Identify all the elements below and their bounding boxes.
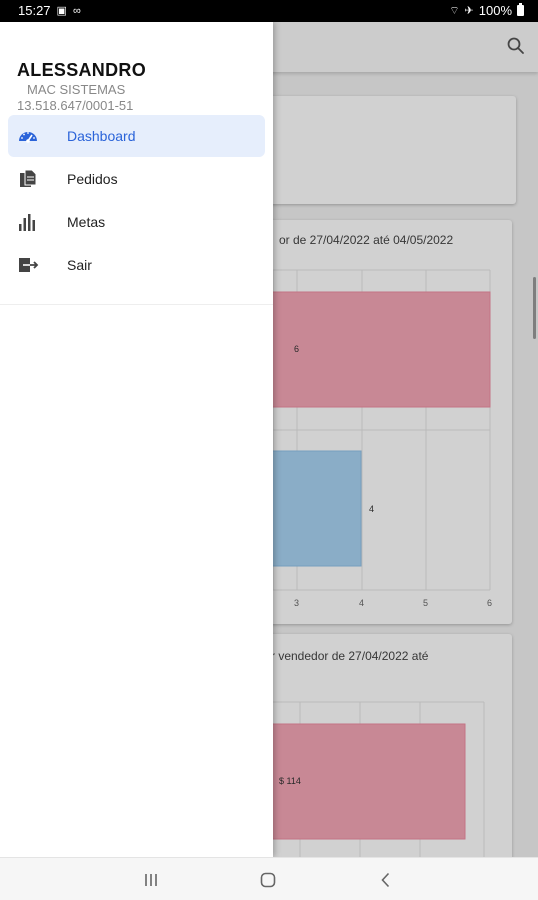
image-icon: ▣	[56, 5, 67, 17]
bar-chart-icon	[19, 214, 35, 231]
back-icon[interactable]	[376, 870, 396, 890]
menu-label-sair: Sair	[67, 257, 92, 273]
exit-icon	[19, 258, 39, 272]
home-icon[interactable]	[258, 870, 278, 890]
company-name: MAC SISTEMAS	[27, 82, 126, 97]
battery-icon	[517, 3, 524, 16]
menu-item-metas[interactable]: Metas	[8, 201, 265, 243]
speedometer-icon	[19, 132, 37, 143]
menu-label-metas: Metas	[67, 214, 106, 230]
airplane-icon: ✈	[464, 5, 474, 17]
company-cnpj: 13.518.647/0001-51	[17, 98, 134, 113]
wifi-icon: ⌔	[449, 4, 460, 17]
navigation-drawer: ALESSANDRO MAC SISTEMAS 13.518.647/0001-…	[0, 22, 273, 857]
recent-apps-icon[interactable]	[141, 870, 161, 890]
user-name: ALESSANDRO	[17, 60, 147, 80]
battery-level: 100%	[478, 3, 512, 18]
menu-item-dashboard[interactable]: Dashboard	[8, 115, 265, 157]
menu-label-pedidos: Pedidos	[67, 171, 118, 187]
menu-item-pedidos[interactable]: Pedidos	[8, 158, 265, 200]
documents-icon	[20, 169, 37, 187]
drawer-divider	[0, 304, 273, 305]
menu-label-dashboard: Dashboard	[67, 128, 136, 144]
status-bar: 15:27 ▣ ∞ ⌔ ✈ 100%	[0, 0, 538, 22]
menu-item-sair[interactable]: Sair	[8, 244, 265, 286]
voicemail-icon: ∞	[72, 4, 81, 17]
system-nav-bar	[0, 857, 538, 900]
status-time: 15:27	[18, 3, 51, 18]
